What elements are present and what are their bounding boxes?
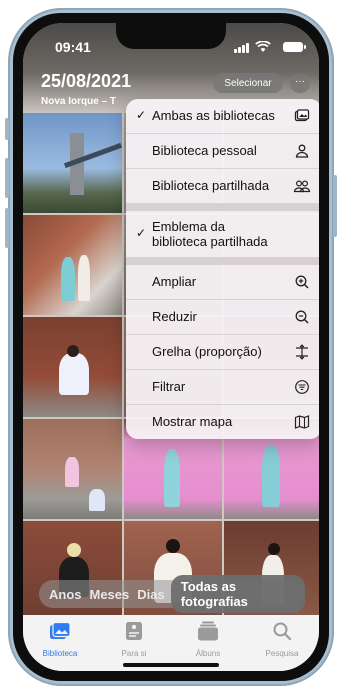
albums-icon: [198, 621, 218, 641]
menu-item-zoom-in[interactable]: Ampliar: [126, 265, 319, 300]
volume-down-button: [5, 208, 9, 248]
tab-label: Para si: [121, 649, 147, 658]
time-segmented-control: Anos Meses Dias Todas as fotografias: [39, 575, 305, 613]
tab-label: Pesquisa: [265, 649, 299, 658]
search-icon: [273, 622, 292, 641]
menu-separator: [126, 258, 319, 265]
map-icon: [294, 415, 310, 429]
filter-icon: [295, 380, 309, 394]
photo-thumbnail[interactable]: [23, 113, 122, 213]
menu-item-label: Reduzir: [152, 309, 197, 324]
segment-years[interactable]: Anos: [39, 587, 86, 602]
aspect-icon: [296, 344, 308, 360]
segment-all-photos[interactable]: Todas as fotografias: [170, 575, 305, 613]
volume-up-button: [5, 158, 9, 198]
menu-item-shared-library[interactable]: Biblioteca partilhada: [126, 169, 319, 204]
photo-stack-icon: [294, 109, 310, 122]
for-you-icon: [126, 622, 142, 640]
menu-item-zoom-out[interactable]: Reduzir: [126, 300, 319, 335]
menu-item-label: Ampliar: [152, 274, 197, 289]
header-location: Nova Iorque – T: [41, 96, 117, 107]
segment-months[interactable]: Meses: [86, 587, 134, 602]
status-time: 09:41: [55, 39, 91, 55]
select-button[interactable]: Selecionar: [213, 73, 283, 93]
cellular-signal-icon: [234, 43, 249, 53]
header-date: 25/08/2021: [41, 71, 132, 91]
menu-item-label: Mostrar mapa: [152, 414, 233, 429]
menu-item-label: Ambas as bibliotecas: [152, 108, 275, 123]
zoom-in-icon: [295, 275, 309, 289]
power-button: [333, 175, 337, 237]
library-icon: [50, 621, 71, 639]
tab-library[interactable]: Biblioteca: [23, 615, 97, 671]
tab-label: Álbuns: [195, 649, 221, 658]
photo-thumbnail[interactable]: [23, 419, 122, 519]
more-options-button[interactable]: ···: [290, 73, 310, 93]
menu-item-label: Biblioteca pessoal: [152, 143, 257, 158]
tab-label: Biblioteca: [42, 649, 78, 658]
menu-item-show-map[interactable]: Mostrar mapa: [126, 405, 319, 439]
tab-search[interactable]: Pesquisa: [245, 615, 319, 671]
menu-item-label: Emblema da biblioteca partilhada: [152, 219, 268, 249]
zoom-out-icon: [295, 310, 309, 324]
home-indicator: [123, 663, 219, 667]
battery-icon: [283, 42, 306, 52]
menu-item-both-libraries[interactable]: ✓ Ambas as bibliotecas: [126, 99, 319, 134]
wifi-icon: [255, 41, 271, 52]
person-icon: [295, 144, 309, 158]
menu-item-label: Filtrar: [152, 379, 186, 394]
mute-switch: [5, 118, 9, 140]
menu-item-label: Biblioteca partilhada: [152, 178, 270, 193]
library-options-menu: ✓ Ambas as bibliotecas Biblioteca pessoa…: [126, 99, 319, 439]
segment-days[interactable]: Dias: [133, 587, 168, 602]
screen: 09:41 25/08/2021 Nova Iorque – T Selecio…: [23, 23, 319, 671]
people-icon: [293, 180, 311, 193]
notch: [116, 23, 226, 49]
checkmark-icon: ✓: [136, 108, 147, 122]
menu-item-label: Grelha (proporção): [152, 344, 262, 359]
photo-thumbnail[interactable]: [23, 215, 122, 315]
photo-thumbnail[interactable]: [23, 317, 122, 417]
menu-item-shared-library-badge[interactable]: ✓ Emblema da biblioteca partilhada: [126, 211, 319, 258]
menu-item-personal-library[interactable]: Biblioteca pessoal: [126, 134, 319, 169]
menu-item-aspect-grid[interactable]: Grelha (proporção): [126, 335, 319, 370]
menu-separator: [126, 204, 319, 211]
menu-item-filter[interactable]: Filtrar: [126, 370, 319, 405]
checkmark-icon: ✓: [136, 226, 147, 240]
